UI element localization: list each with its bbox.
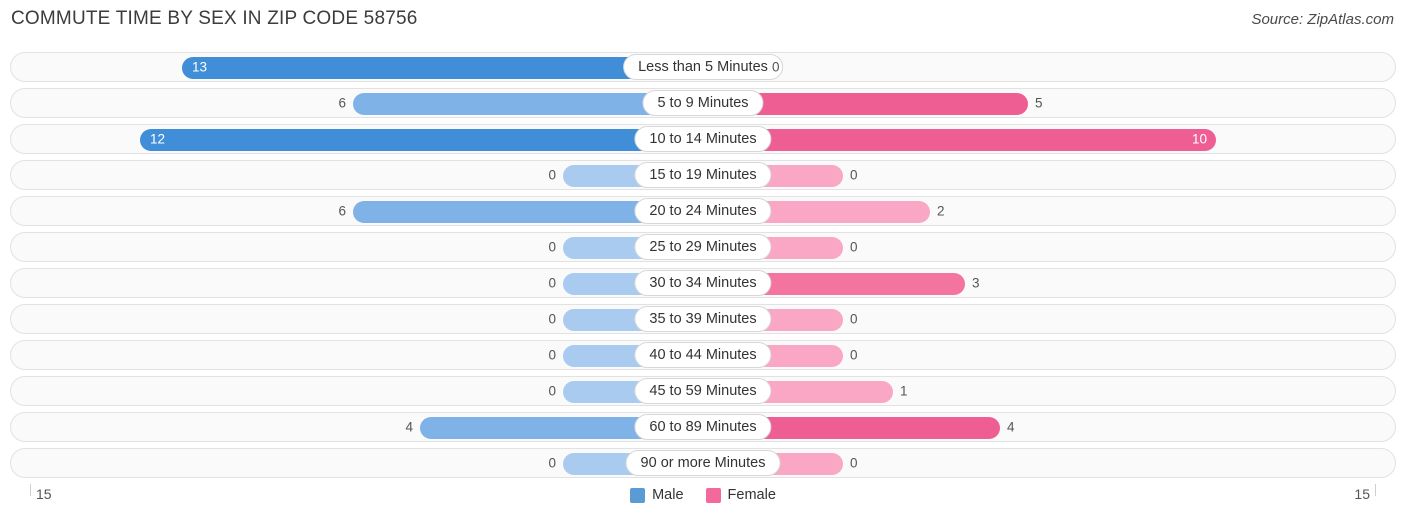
chart-legend: Male Female: [0, 487, 1406, 503]
bar-male-value: 0: [548, 239, 556, 255]
row-category-label: 10 to 14 Minutes: [634, 126, 772, 152]
bar-female-value: 3: [972, 275, 980, 291]
page-title: COMMUTE TIME BY SEX IN ZIP CODE 58756: [11, 8, 418, 29]
bar-male-value: 12: [150, 131, 166, 147]
chart-axis: 15 15 Male Female: [0, 484, 1406, 522]
chart-row: 6 5 5 to 9 Minutes: [10, 88, 1396, 118]
legend-item[interactable]: Male: [630, 487, 684, 503]
row-inner: 0 0 25 to 29 Minutes: [11, 233, 1395, 261]
chart-row: 0 3 30 to 34 Minutes: [10, 268, 1396, 298]
legend-item[interactable]: Female: [705, 487, 776, 503]
row-inner: 0 0 90 or more Minutes: [11, 449, 1395, 477]
chart-row: 0 0 35 to 39 Minutes: [10, 304, 1396, 334]
row-category-label: 15 to 19 Minutes: [634, 162, 772, 188]
row-inner: 0 0 35 to 39 Minutes: [11, 305, 1395, 333]
bar-male: [140, 129, 703, 151]
row-inner: 6 2 20 to 24 Minutes: [11, 197, 1395, 225]
bar-male-value: 6: [338, 203, 346, 219]
bar-female-value: 5: [1035, 95, 1043, 111]
row-category-label: 35 to 39 Minutes: [634, 306, 772, 332]
bar-male-value: 4: [405, 419, 413, 435]
row-inner: 0 3 30 to 34 Minutes: [11, 269, 1395, 297]
chart-row: 4 4 60 to 89 Minutes: [10, 412, 1396, 442]
row-category-label: 20 to 24 Minutes: [634, 198, 772, 224]
legend-swatch-icon: [705, 487, 721, 503]
row-category-label: 60 to 89 Minutes: [634, 414, 772, 440]
chart-row: 12 10 10 to 14 Minutes: [10, 124, 1396, 154]
bar-male-value: 0: [548, 383, 556, 399]
chart-row: 0 0 90 or more Minutes: [10, 448, 1396, 478]
bar-male-value: 0: [548, 347, 556, 363]
bar-female: [703, 129, 1216, 151]
bar-male-value: 0: [548, 275, 556, 291]
row-inner: 12 10 10 to 14 Minutes: [11, 125, 1395, 153]
row-category-label: 40 to 44 Minutes: [634, 342, 772, 368]
row-inner: 4 4 60 to 89 Minutes: [11, 413, 1395, 441]
bar-female-value: 4: [1007, 419, 1015, 435]
chart-row: 6 2 20 to 24 Minutes: [10, 196, 1396, 226]
row-inner: 0 1 45 to 59 Minutes: [11, 377, 1395, 405]
bar-female-value: 0: [772, 59, 780, 75]
legend-label: Male: [652, 487, 684, 503]
bar-female-value: 0: [850, 455, 858, 471]
bar-male-value: 0: [548, 167, 556, 183]
row-inner: 6 5 5 to 9 Minutes: [11, 89, 1395, 117]
row-inner: 13 0 Less than 5 Minutes: [11, 53, 1395, 81]
chart-row: 0 1 45 to 59 Minutes: [10, 376, 1396, 406]
chart-row: 0 0 25 to 29 Minutes: [10, 232, 1396, 262]
bar-female-value: 0: [850, 311, 858, 327]
legend-label: Female: [727, 487, 776, 503]
bar-male-value: 0: [548, 311, 556, 327]
bar-female-value: 1: [900, 383, 908, 399]
row-category-label: 25 to 29 Minutes: [634, 234, 772, 260]
source-attribution: Source: ZipAtlas.com: [1251, 11, 1394, 28]
bar-female-value: 0: [850, 347, 858, 363]
chart-row: 0 0 15 to 19 Minutes: [10, 160, 1396, 190]
row-category-label: 5 to 9 Minutes: [642, 90, 764, 116]
bar-female-value: 0: [850, 167, 858, 183]
chart-rows: 13 0 Less than 5 Minutes 6 5 5 to 9 Minutes 12…: [10, 52, 1396, 484]
row-category-label: Less than 5 Minutes: [623, 54, 783, 80]
bar-female-value: 0: [850, 239, 858, 255]
bar-female-value: 10: [1192, 131, 1208, 147]
row-inner: 0 0 40 to 44 Minutes: [11, 341, 1395, 369]
bar-male-value: 0: [548, 455, 556, 471]
bar-male-value: 6: [338, 95, 346, 111]
row-category-label: 90 or more Minutes: [625, 450, 781, 476]
chart-row: 13 0 Less than 5 Minutes: [10, 52, 1396, 82]
row-inner: 0 0 15 to 19 Minutes: [11, 161, 1395, 189]
chart-container: COMMUTE TIME BY SEX IN ZIP CODE 58756 So…: [0, 0, 1406, 522]
bar-female-value: 2: [937, 203, 945, 219]
legend-swatch-icon: [630, 487, 646, 503]
bar-male-value: 13: [192, 59, 208, 75]
row-category-label: 30 to 34 Minutes: [634, 270, 772, 296]
row-category-label: 45 to 59 Minutes: [634, 378, 772, 404]
chart-row: 0 0 40 to 44 Minutes: [10, 340, 1396, 370]
